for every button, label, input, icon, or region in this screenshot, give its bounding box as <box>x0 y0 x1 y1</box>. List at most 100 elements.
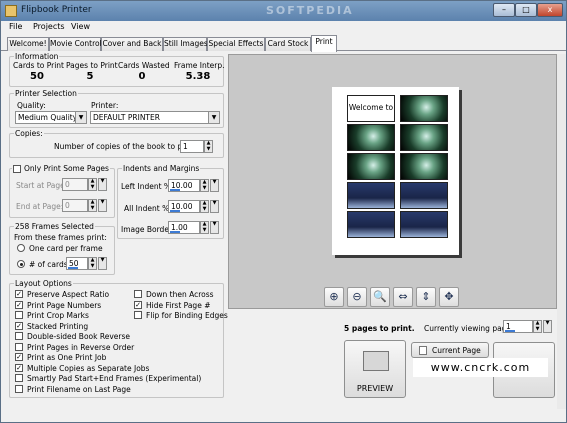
some-pages-caption: Only Print Some Pages <box>12 164 110 173</box>
number-of-cards-input[interactable]: 50 <box>66 257 88 270</box>
title-bar[interactable]: Flipbook Printer SOFTPEDIA – □ x <box>1 1 566 21</box>
fit-height-icon[interactable]: ⇕ <box>416 287 436 307</box>
information-group: Information Cards to Print Pages to Prin… <box>9 52 225 87</box>
cncrk-watermark: www.cncrk.com <box>413 358 548 377</box>
number-of-cards-radio[interactable] <box>17 260 25 268</box>
window-title: Flipbook Printer <box>21 5 92 15</box>
preview-button[interactable]: PREVIEW <box>344 340 406 398</box>
number-of-cards-stepper[interactable]: ▲ ▼ <box>88 257 97 270</box>
layout-option-checkbox[interactable]: ✓ <box>15 290 23 298</box>
some-pages-group: Only Print Some Pages Start at Page: 0 ▲… <box>9 164 115 218</box>
close-button[interactable]: x <box>537 3 563 17</box>
layout-option-checkbox[interactable]: ✓ <box>134 300 142 309</box>
all-indent-label: All Indent %: <box>124 204 172 213</box>
chevron-down-icon: ▼ <box>75 112 86 123</box>
viewing-page-stepper[interactable]: ▲ ▼ <box>533 320 542 333</box>
start-page-input[interactable]: 0 <box>62 178 88 191</box>
tab-special-effects[interactable]: Special Effects <box>207 37 265 51</box>
fit-page-icon[interactable]: ✥ <box>439 287 459 307</box>
menu-file[interactable]: File <box>9 22 22 31</box>
quality-select[interactable]: Medium Quality ▼ <box>15 111 87 124</box>
layout-option-checkbox[interactable] <box>15 384 23 393</box>
current-page-button-label: Current Page <box>432 346 481 355</box>
viewing-page-dropdown[interactable]: ▼ <box>543 320 552 333</box>
layout-option-label: Multiple Copies as Separate Jobs <box>27 363 150 373</box>
minimize-button[interactable]: – <box>493 3 515 17</box>
image-border-stepper[interactable]: ▲ ▼ <box>200 221 209 234</box>
pages-to-print-label: Pages to Print <box>66 61 118 70</box>
frames-caption: 258 Frames Selected <box>14 222 95 231</box>
viewing-page-label: Currently viewing page: <box>424 324 514 333</box>
start-page-dropdown[interactable]: ▼ <box>98 178 107 191</box>
zoom-100-icon[interactable]: 🔍 <box>370 287 390 307</box>
copies-input[interactable]: 1 <box>180 140 204 153</box>
pages-to-print-status: 5 pages to print. <box>344 324 415 333</box>
frame-thumbnail <box>347 182 395 209</box>
zoom-in-icon[interactable]: ⊕ <box>324 287 344 307</box>
menu-view[interactable]: View <box>71 22 90 31</box>
cards-to-print-label: Cards to Print <box>13 61 65 70</box>
layout-option-label: Print Crop Marks <box>27 311 89 320</box>
copies-label: Number of copies of the book to print: <box>54 142 198 151</box>
layout-option-checkbox[interactable]: ✓ <box>15 321 23 330</box>
layout-option-checkbox[interactable] <box>134 290 142 298</box>
zoom-out-icon[interactable]: ⊖ <box>347 287 367 307</box>
all-indent-stepper[interactable]: ▲ ▼ <box>200 200 209 213</box>
end-page-dropdown[interactable]: ▼ <box>98 199 107 212</box>
frame-thumbnail <box>400 153 448 180</box>
end-page-input[interactable]: 0 <box>62 199 88 212</box>
layout-option-checkbox[interactable]: ✓ <box>15 363 23 372</box>
fit-width-icon[interactable]: ⇔ <box>393 287 413 307</box>
layout-option-checkbox[interactable] <box>15 311 23 319</box>
tab-welcome[interactable]: Welcome! <box>7 37 49 51</box>
tab-movie-control[interactable]: Movie Control <box>49 37 102 51</box>
end-page-label: End at Page: <box>16 202 64 211</box>
all-indent-input[interactable]: 10.00 <box>168 200 200 213</box>
layout-option-checkbox[interactable]: ✓ <box>15 353 23 361</box>
printer-icon <box>363 351 389 371</box>
frame-thumbnail <box>347 124 395 151</box>
image-border-input[interactable]: 1.00 <box>168 221 200 234</box>
vertical-scrollbar[interactable] <box>557 54 566 409</box>
app-window: Flipbook Printer SOFTPEDIA – □ x File Pr… <box>0 0 567 423</box>
page-icon <box>419 346 427 355</box>
left-indent-dropdown[interactable]: ▼ <box>210 179 219 192</box>
printer-select[interactable]: DEFAULT PRINTER ▼ <box>90 111 220 124</box>
all-indent-dropdown[interactable]: ▼ <box>210 200 219 213</box>
layout-option-checkbox[interactable]: ✓ <box>15 300 23 309</box>
layout-option-checkbox[interactable] <box>15 342 23 351</box>
layout-option-checkbox[interactable] <box>15 332 23 340</box>
image-border-dropdown[interactable]: ▼ <box>210 221 219 234</box>
frame-interp-label: Frame Interp. <box>174 61 225 70</box>
menu-projects[interactable]: Projects <box>33 22 65 31</box>
current-page-button[interactable]: Current Page <box>411 342 489 358</box>
layout-option-label: Print as One Print Job <box>27 353 107 362</box>
copies-stepper[interactable]: ▲ ▼ <box>204 140 213 153</box>
number-of-cards-label: # of cards: <box>29 260 71 269</box>
chevron-down-icon: ▼ <box>208 112 219 123</box>
tab-cover-and-back[interactable]: Cover and Back <box>101 37 163 51</box>
viewing-page-input[interactable]: 1 <box>503 320 533 333</box>
maximize-button[interactable]: □ <box>515 3 537 17</box>
frame-thumbnail <box>400 211 448 238</box>
layout-options-caption: Layout Options <box>14 279 73 288</box>
layout-option-label: Print Pages in Reverse Order <box>27 342 135 352</box>
left-indent-input[interactable]: 10.00 <box>168 179 200 192</box>
layout-option-checkbox[interactable] <box>15 374 23 382</box>
some-pages-checkbox[interactable] <box>13 165 21 173</box>
layout-option-label: Stacked Printing <box>27 321 89 331</box>
welcome-card: Welcome to <box>347 95 395 122</box>
tab-print[interactable]: Print <box>311 35 337 52</box>
number-of-cards-level-bar <box>68 267 78 269</box>
start-page-stepper[interactable]: ▲ ▼ <box>88 178 97 191</box>
layout-option-checkbox[interactable] <box>134 311 142 319</box>
end-page-stepper[interactable]: ▲ ▼ <box>88 199 97 212</box>
one-card-per-frame-radio[interactable] <box>17 244 25 252</box>
number-of-cards-dropdown[interactable]: ▼ <box>98 257 107 270</box>
left-indent-stepper[interactable]: ▲ ▼ <box>200 179 209 192</box>
tab-still-images[interactable]: Still Images <box>163 37 208 51</box>
app-icon <box>5 5 17 17</box>
quality-value: Medium Quality <box>18 113 78 122</box>
tab-card-stock[interactable]: Card Stock <box>265 37 311 51</box>
layout-option-label: Preserve Aspect Ratio <box>27 290 110 299</box>
